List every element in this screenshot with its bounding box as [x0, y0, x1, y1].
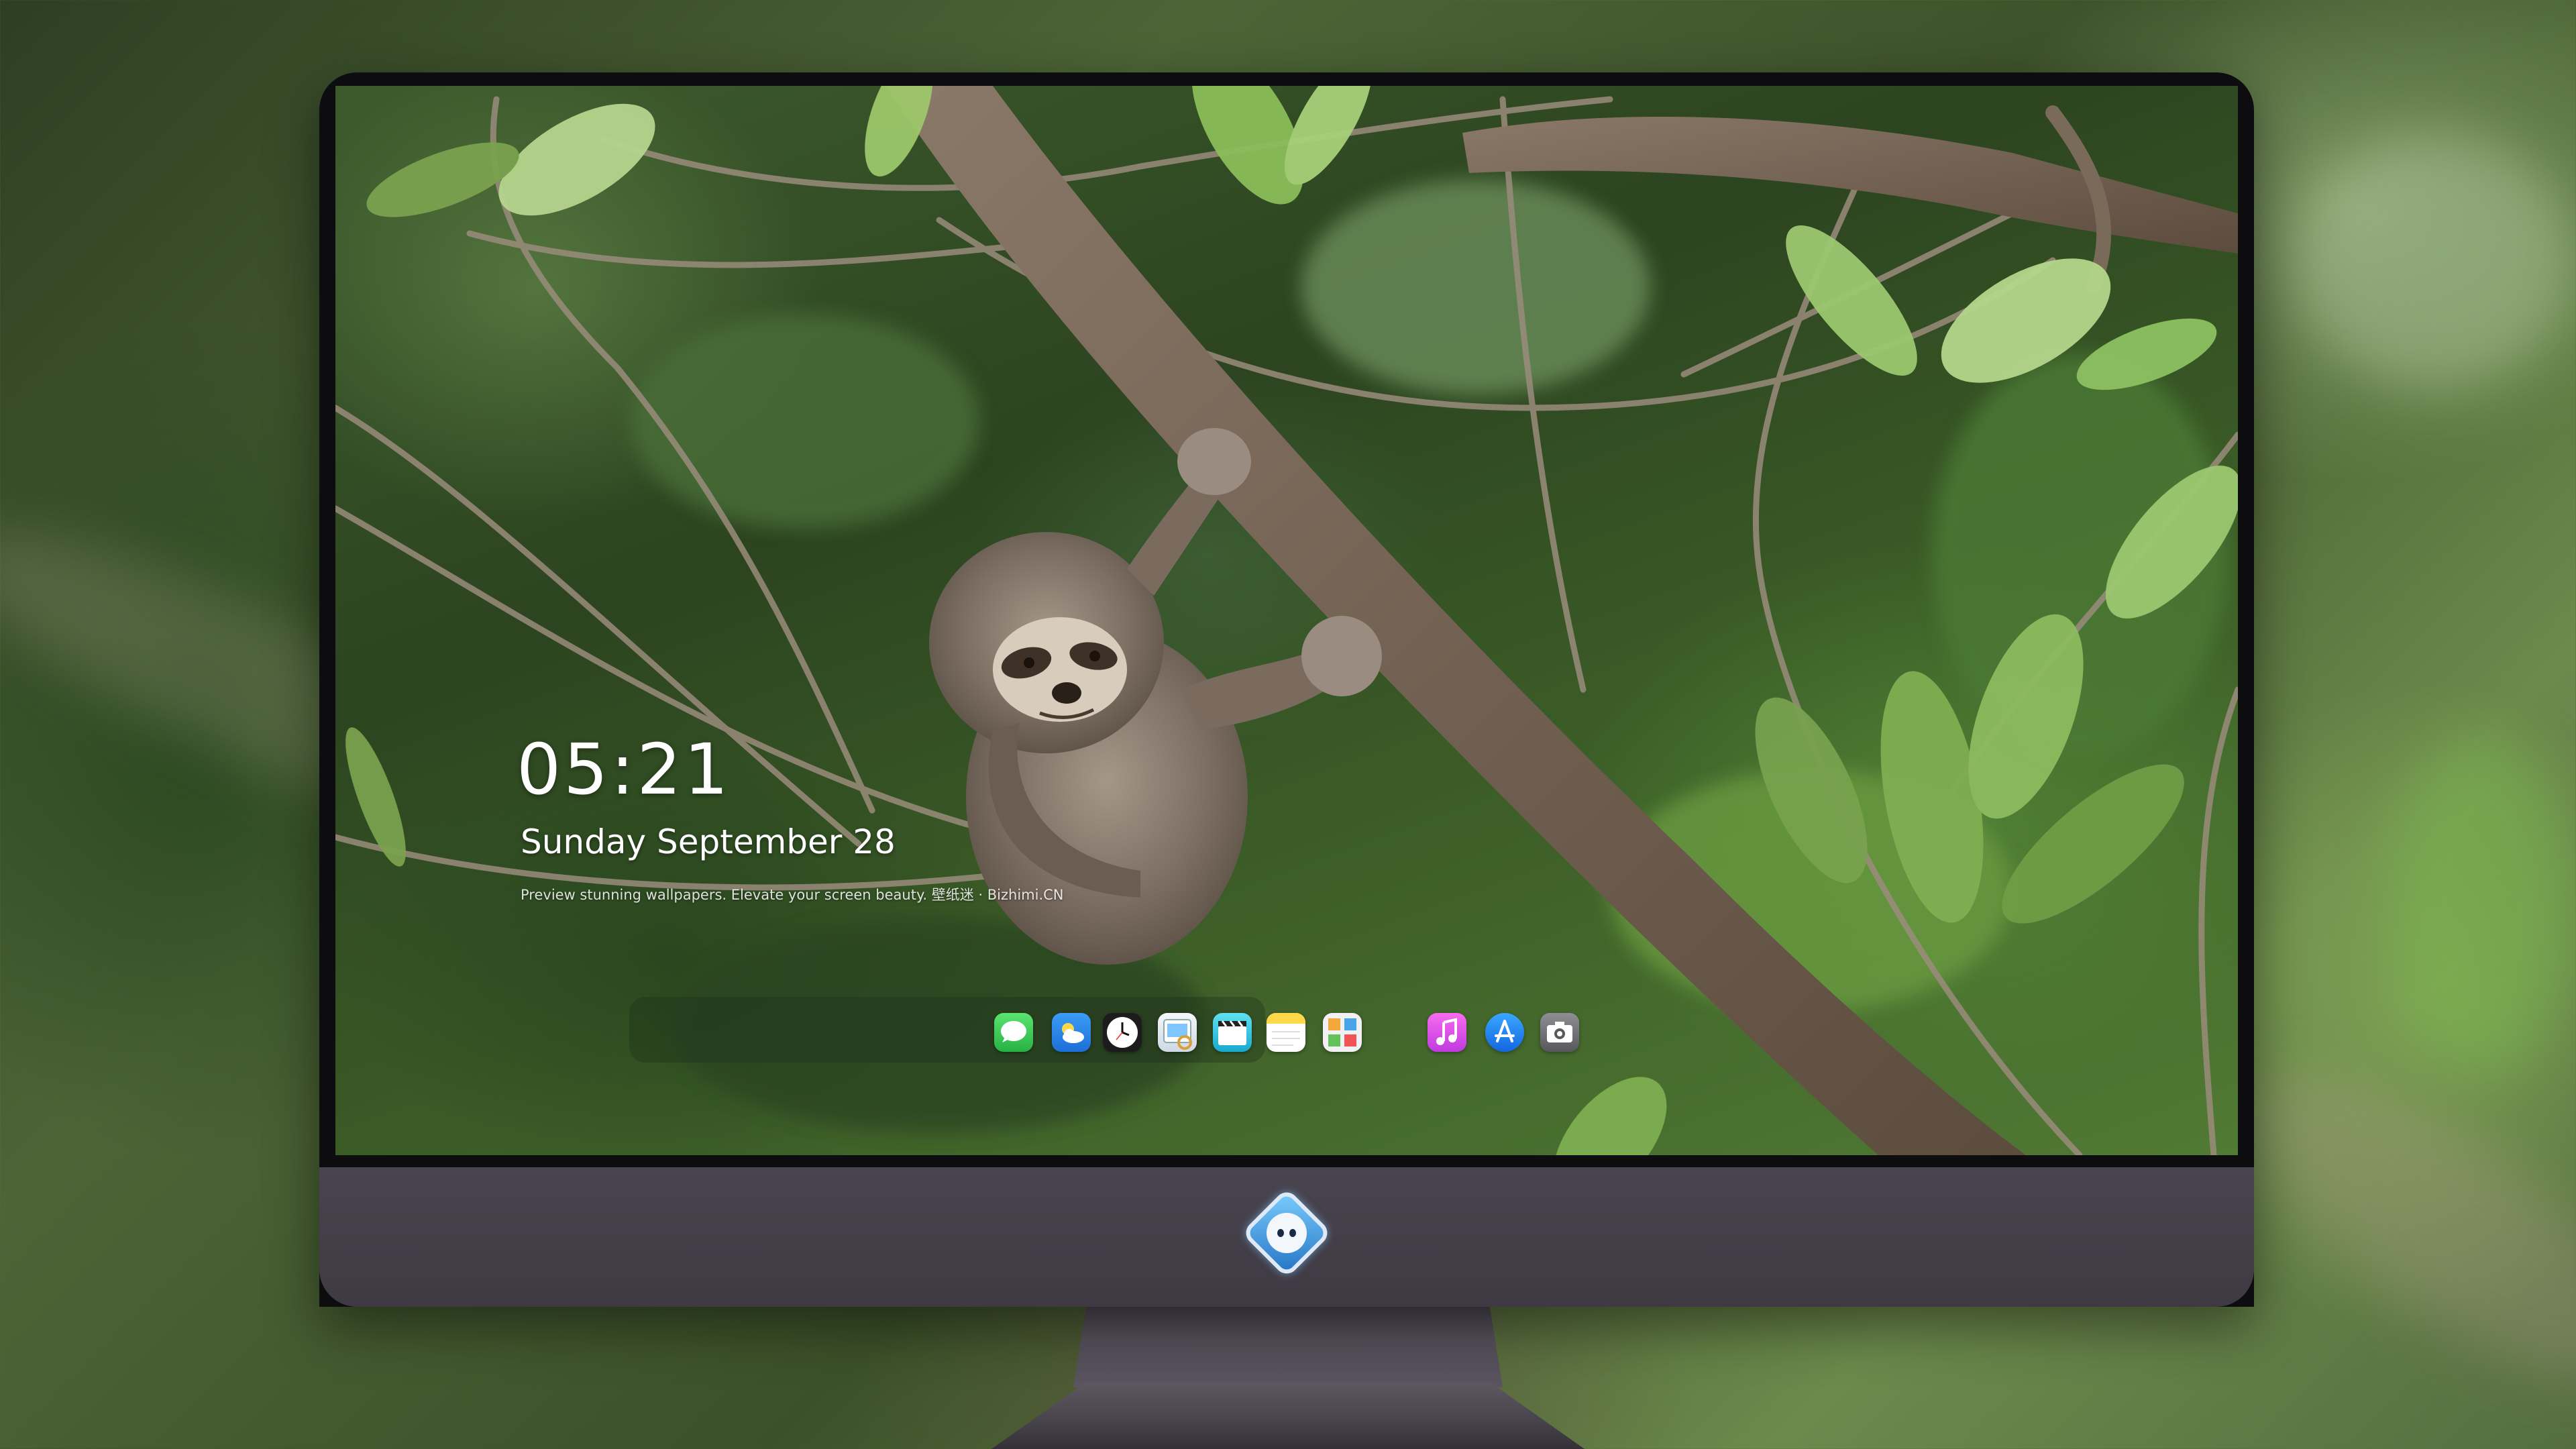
lock-screen-time: 05:21	[517, 729, 731, 810]
clock-icon	[1107, 1017, 1138, 1048]
app-store-icon	[1495, 1020, 1515, 1042]
messages-icon	[1001, 1021, 1026, 1042]
dock-app-weather[interactable]	[1052, 1013, 1091, 1052]
dock-app-notes[interactable]	[1267, 1013, 1305, 1052]
music-icon	[1436, 1018, 1457, 1045]
background-blur	[2206, 1021, 2576, 1434]
monitor-stand-base	[991, 1382, 1585, 1449]
preview-icon	[1163, 1019, 1192, 1050]
photo-booth-icon	[1328, 1018, 1356, 1046]
lock-screen-date: Sunday September 28	[521, 822, 896, 861]
dock-app-itunes[interactable]	[1428, 1013, 1466, 1052]
lock-screen: 05:21 Sunday September 28 Preview stunni…	[335, 86, 2238, 1155]
dock-app-clips[interactable]	[1213, 1013, 1252, 1052]
dock-app-screenshot[interactable]	[1540, 1013, 1579, 1052]
weather-icon	[1062, 1023, 1084, 1043]
camera-icon	[1547, 1022, 1572, 1042]
background-blur	[2388, 738, 2576, 1073]
dock-app-clock[interactable]	[1103, 1013, 1142, 1052]
wallpaper-sloth	[335, 86, 2238, 1155]
brand-logo-icon	[1267, 1213, 1307, 1253]
notes-icon	[1267, 1013, 1305, 1046]
background-blur	[2294, 134, 2576, 389]
dock-app-app-store[interactable]	[1485, 1013, 1524, 1052]
monitor-stand-neck	[1073, 1307, 1503, 1387]
wallpaper-tagline: Preview stunning wallpapers. Elevate you…	[521, 887, 1064, 903]
clips-icon	[1218, 1020, 1246, 1045]
dock-app-messages[interactable]	[994, 1013, 1033, 1052]
dock-app-photo-booth[interactable]	[1323, 1013, 1362, 1052]
dock-app-preview[interactable]	[1158, 1013, 1197, 1052]
